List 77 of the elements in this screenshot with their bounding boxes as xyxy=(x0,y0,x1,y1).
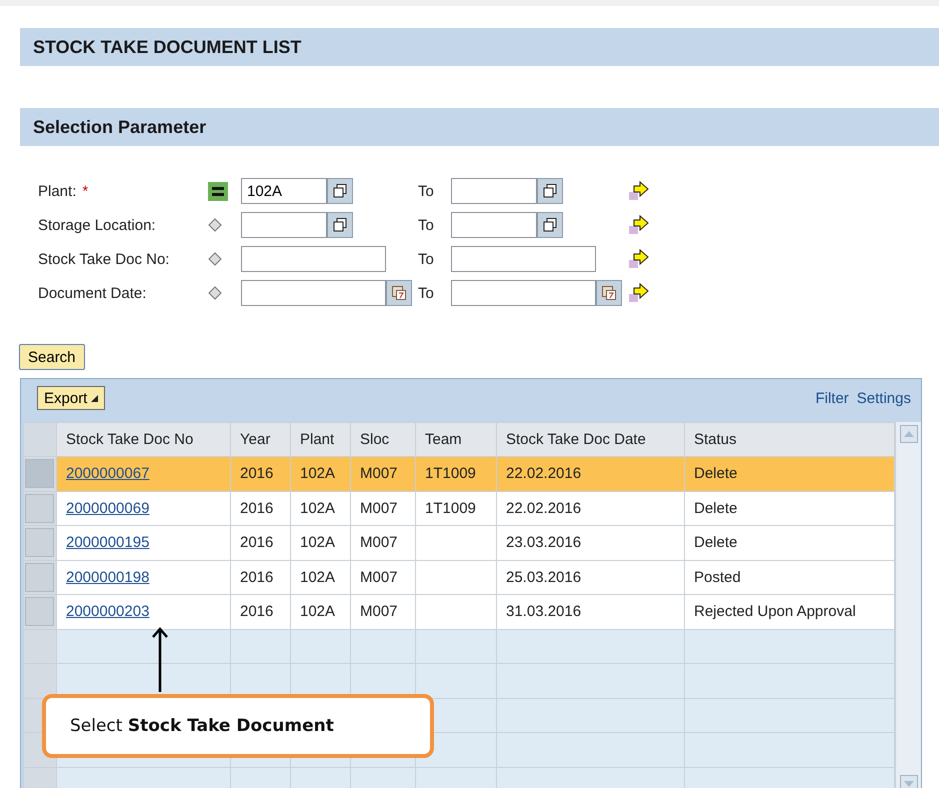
column-header[interactable]: Status xyxy=(684,422,894,456)
caret-icon xyxy=(91,394,98,402)
table-cell: Posted xyxy=(694,568,741,586)
input-field[interactable] xyxy=(451,246,596,272)
to-label: To xyxy=(418,216,434,234)
calendar-icon[interactable] xyxy=(386,280,412,306)
table-cell: 1T1009 xyxy=(425,465,476,482)
scroll-down-icon[interactable] xyxy=(900,775,918,788)
input-field[interactable] xyxy=(241,246,386,272)
pointer-arrow xyxy=(150,626,170,694)
copy-icon[interactable] xyxy=(327,178,353,204)
to-label: To xyxy=(418,250,434,268)
table-cell: Delete xyxy=(694,465,738,482)
table-cell: M007 xyxy=(360,500,398,517)
table-cell: 1T1009 xyxy=(425,500,476,517)
equals-icon[interactable] xyxy=(208,182,228,200)
arrow-icon[interactable] xyxy=(628,180,650,202)
table-cell: 2016 xyxy=(240,534,274,552)
field-label: Storage Location: xyxy=(38,216,156,234)
table-cell: 2016 xyxy=(240,568,274,586)
table-cell: 2016 xyxy=(240,603,274,620)
diamond-icon[interactable] xyxy=(208,252,222,266)
page-title: STOCK TAKE DOCUMENT LIST xyxy=(33,36,302,58)
field-label: Stock Take Doc No: xyxy=(38,250,170,268)
table-cell: 102A xyxy=(300,500,336,517)
section-title: Selection Parameter xyxy=(33,116,206,138)
arrow-icon[interactable] xyxy=(628,214,650,236)
table-cell: 102A xyxy=(300,534,336,552)
required-mark: * xyxy=(82,182,88,200)
input-field[interactable] xyxy=(241,212,327,238)
input-field[interactable]: 102A xyxy=(241,178,327,204)
column-header[interactable]: Team xyxy=(416,422,496,456)
search-button[interactable]: Search xyxy=(19,344,85,370)
column-header[interactable]: Year xyxy=(230,422,290,456)
toolbar-link[interactable]: Settings xyxy=(856,390,911,406)
table-cell: 102A xyxy=(300,568,336,586)
table-cell: 2016 xyxy=(240,465,274,482)
table-cell: Delete xyxy=(694,500,738,517)
column-header[interactable]: Stock Take Doc Date xyxy=(496,422,684,456)
arrow-icon[interactable] xyxy=(628,282,650,304)
table-cell: Delete xyxy=(694,534,738,552)
scrollbar[interactable] xyxy=(895,422,921,788)
input-field[interactable] xyxy=(451,280,596,306)
arrow-icon[interactable] xyxy=(628,248,650,270)
column-header[interactable]: Stock Take Doc No xyxy=(56,422,230,456)
table-cell: 102A xyxy=(300,465,336,482)
table-cell: 31.03.2016 xyxy=(506,603,582,620)
field-label: Document Date: xyxy=(38,284,146,302)
table-cell: 23.03.2016 xyxy=(506,534,582,552)
table-cell: Rejected Upon Approval xyxy=(694,603,856,620)
column-header[interactable]: Plant xyxy=(290,422,350,456)
table-cell: 102A xyxy=(300,603,336,620)
copy-icon[interactable] xyxy=(537,178,563,204)
calendar-icon[interactable] xyxy=(596,280,622,306)
copy-icon[interactable] xyxy=(537,212,563,238)
table-cell: M007 xyxy=(360,534,398,552)
diamond-icon[interactable] xyxy=(208,286,222,300)
input-field[interactable] xyxy=(451,178,537,204)
input-field[interactable] xyxy=(241,280,386,306)
column-header[interactable]: Sloc xyxy=(350,422,416,456)
copy-icon[interactable] xyxy=(327,212,353,238)
table-cell: 2016 xyxy=(240,500,274,517)
diamond-icon[interactable] xyxy=(208,218,222,232)
table-cell: M007 xyxy=(360,568,398,586)
scroll-up-icon[interactable] xyxy=(900,425,918,443)
table-cell: 22.02.2016 xyxy=(506,465,582,482)
table-cell: 22.02.2016 xyxy=(506,500,582,517)
to-label: To xyxy=(418,182,434,200)
table-cell: 25.03.2016 xyxy=(506,568,582,586)
to-label: To xyxy=(418,284,434,302)
callout-text: Select Stock Take Document xyxy=(70,716,334,736)
field-label: Plant: xyxy=(38,182,76,200)
export-button[interactable]: Export xyxy=(37,386,106,410)
table-cell: M007 xyxy=(360,465,398,482)
input-field[interactable] xyxy=(451,212,537,238)
toolbar-link[interactable]: Filter xyxy=(815,390,849,406)
table-cell: M007 xyxy=(360,603,398,620)
